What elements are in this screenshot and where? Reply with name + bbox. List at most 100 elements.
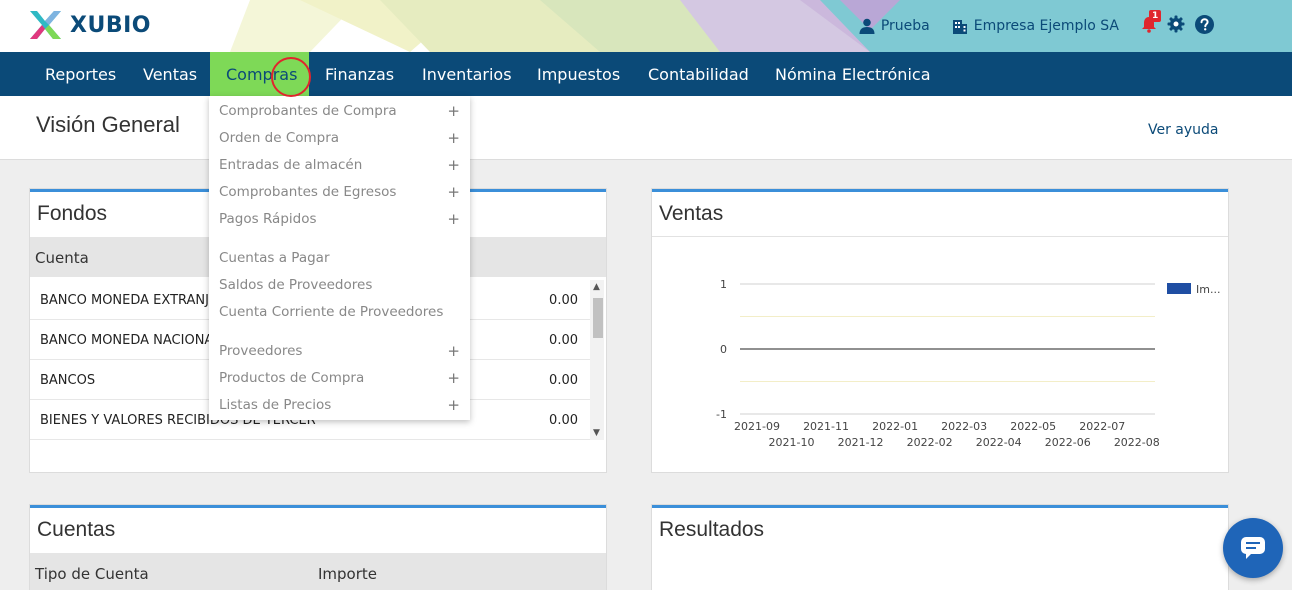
- chat-icon: [1241, 537, 1265, 559]
- column-tipo-de-cuenta: Tipo de Cuenta: [35, 565, 149, 583]
- x-tick-label: 2022-07: [1079, 420, 1125, 433]
- user-area: Prueba Empresa Ejemplo SA 1: [859, 0, 1292, 52]
- menu-item-label: Cuentas a Pagar: [219, 250, 330, 266]
- user-menu[interactable]: Prueba: [859, 18, 930, 34]
- x-tick-label: 2022-08: [1114, 436, 1160, 449]
- top-header: XUBIO Prueba Empresa Ejemplo SA 1: [0, 0, 1292, 52]
- expand-plus-icon[interactable]: +: [447, 342, 460, 360]
- menu-item-cuentas-a-pagar[interactable]: Cuentas a Pagar: [219, 250, 460, 270]
- nav-nomina-electronica[interactable]: Nómina Electrónica: [759, 52, 947, 96]
- help-link[interactable]: Ver ayuda: [1148, 122, 1219, 138]
- nav-finanzas[interactable]: Finanzas: [309, 52, 410, 96]
- menu-item-proveedores[interactable]: Proveedores +: [219, 342, 460, 363]
- notification-badge: 1: [1149, 9, 1162, 22]
- legend-swatch: [1167, 283, 1191, 294]
- cuenta-name: BANCOS: [40, 373, 96, 388]
- expand-plus-icon[interactable]: +: [447, 183, 460, 201]
- cuenta-value: 0.00: [549, 293, 578, 308]
- notifications-button[interactable]: 1: [1141, 9, 1162, 37]
- menu-item-label: Entradas de almacén: [219, 157, 363, 173]
- expand-plus-icon[interactable]: +: [447, 396, 460, 414]
- menu-item-label: Comprobantes de Compra: [219, 103, 397, 119]
- cuenta-name: BANCO MONEDA NACIONAL: [40, 333, 221, 348]
- xubio-logo[interactable]: XUBIO: [28, 9, 151, 41]
- x-tick-label: 2021-10: [769, 436, 815, 449]
- fondos-scrollbar[interactable]: ▲ ▼: [590, 280, 604, 440]
- menu-item-comprobantes-de-compra[interactable]: Comprobantes de Compra +: [219, 102, 460, 123]
- legend-label: Im...: [1196, 283, 1220, 296]
- menu-item-listas-de-precios[interactable]: Listas de Precios +: [219, 396, 460, 417]
- menu-item-label: Cuenta Corriente de Proveedores: [219, 304, 444, 320]
- y-tick-label: -1: [716, 408, 727, 421]
- menu-item-pagos-rapidos[interactable]: Pagos Rápidos +: [219, 210, 460, 231]
- scroll-down-icon[interactable]: ▼: [593, 428, 600, 438]
- cuenta-name: BANCO MONEDA EXTRANJERA: [40, 293, 235, 308]
- menu-item-comprobantes-de-egresos[interactable]: Comprobantes de Egresos +: [219, 183, 460, 204]
- x-tick-label: 2022-01: [872, 420, 918, 433]
- help-icon: [1195, 14, 1214, 34]
- building-icon: [952, 20, 967, 34]
- cuenta-value: 0.00: [549, 373, 578, 388]
- nav-ventas[interactable]: Ventas: [127, 52, 213, 96]
- menu-item-label: Proveedores: [219, 343, 303, 359]
- x-tick-label: 2022-05: [1010, 420, 1056, 433]
- menu-item-entradas-de-almacen[interactable]: Entradas de almacén +: [219, 156, 460, 177]
- menu-item-label: Pagos Rápidos: [219, 211, 317, 227]
- nav-compras[interactable]: Compras: [210, 52, 309, 96]
- fondos-title: Fondos: [37, 202, 108, 225]
- resultados-panel: Resultados: [652, 505, 1228, 590]
- expand-plus-icon[interactable]: +: [447, 210, 460, 228]
- gear-icon: [1167, 15, 1185, 33]
- ventas-panel: Ventas 1 0 -1 2021-09 2021-10 2021-11 2021-12 2…: [652, 189, 1228, 472]
- cuentas-title: Cuentas: [37, 518, 116, 541]
- company-menu[interactable]: Empresa Ejemplo SA: [952, 18, 1119, 34]
- menu-item-orden-de-compra[interactable]: Orden de Compra +: [219, 129, 460, 150]
- expand-plus-icon[interactable]: +: [447, 156, 460, 174]
- menu-item-label: Saldos de Proveedores: [219, 277, 373, 293]
- user-icon: [859, 18, 875, 34]
- company-name: Empresa Ejemplo SA: [973, 18, 1119, 34]
- resultados-title: Resultados: [659, 518, 765, 541]
- xubio-logo-icon: [30, 11, 61, 39]
- y-tick-label: 1: [720, 278, 727, 291]
- expand-plus-icon[interactable]: +: [447, 102, 460, 120]
- x-tick-label: 2021-12: [838, 436, 884, 449]
- menu-item-label: Listas de Precios: [219, 397, 332, 413]
- settings-button[interactable]: [1167, 15, 1185, 37]
- help-button[interactable]: [1195, 14, 1214, 38]
- menu-item-productos-de-compra[interactable]: Productos de Compra +: [219, 369, 460, 390]
- x-tick-label: 2022-03: [941, 420, 987, 433]
- x-tick-label: 2022-04: [976, 436, 1022, 449]
- x-tick-label: 2022-02: [907, 436, 953, 449]
- compras-dropdown: Comprobantes de Compra + Orden de Compra…: [209, 96, 470, 420]
- page-title: Visión General: [36, 112, 180, 137]
- x-tick-label: 2021-11: [803, 420, 849, 433]
- menu-item-saldos-de-proveedores[interactable]: Saldos de Proveedores: [219, 277, 460, 297]
- column-cuenta: Cuenta: [35, 249, 89, 267]
- page-header: Visión General Ver ayuda: [0, 96, 1292, 160]
- menu-item-cuenta-corriente-de-proveedores[interactable]: Cuenta Corriente de Proveedores: [219, 304, 460, 324]
- x-tick-label: 2022-06: [1045, 436, 1091, 449]
- nav-reportes[interactable]: Reportes: [29, 52, 132, 96]
- column-importe: Importe: [318, 565, 378, 583]
- scroll-up-icon[interactable]: ▲: [593, 282, 600, 292]
- chat-button[interactable]: [1223, 518, 1283, 578]
- x-tick-label: 2021-09: [734, 420, 780, 433]
- cuentas-table-header: Tipo de Cuenta Importe: [30, 553, 606, 590]
- nav-contabilidad[interactable]: Contabilidad: [632, 52, 765, 96]
- scroll-thumb[interactable]: [593, 298, 603, 338]
- expand-plus-icon[interactable]: +: [447, 129, 460, 147]
- expand-plus-icon[interactable]: +: [447, 369, 460, 387]
- ventas-chart: 1 0 -1 2021-09 2021-10 2021-11 2021-12 2022-01 2…: [716, 278, 1220, 449]
- menu-item-label: Orden de Compra: [219, 130, 340, 146]
- brand-name: XUBIO: [70, 12, 151, 38]
- nav-inventarios[interactable]: Inventarios: [406, 52, 528, 96]
- cuenta-value: 0.00: [549, 413, 578, 428]
- user-name: Prueba: [880, 18, 930, 34]
- y-tick-label: 0: [720, 343, 727, 356]
- cuentas-panel: Cuentas Tipo de Cuenta Importe: [30, 505, 606, 590]
- cuenta-value: 0.00: [549, 333, 578, 348]
- menu-item-label: Productos de Compra: [219, 370, 365, 386]
- main-nav: Reportes Ventas Compras Finanzas Inventa…: [0, 52, 1292, 96]
- nav-impuestos[interactable]: Impuestos: [521, 52, 636, 96]
